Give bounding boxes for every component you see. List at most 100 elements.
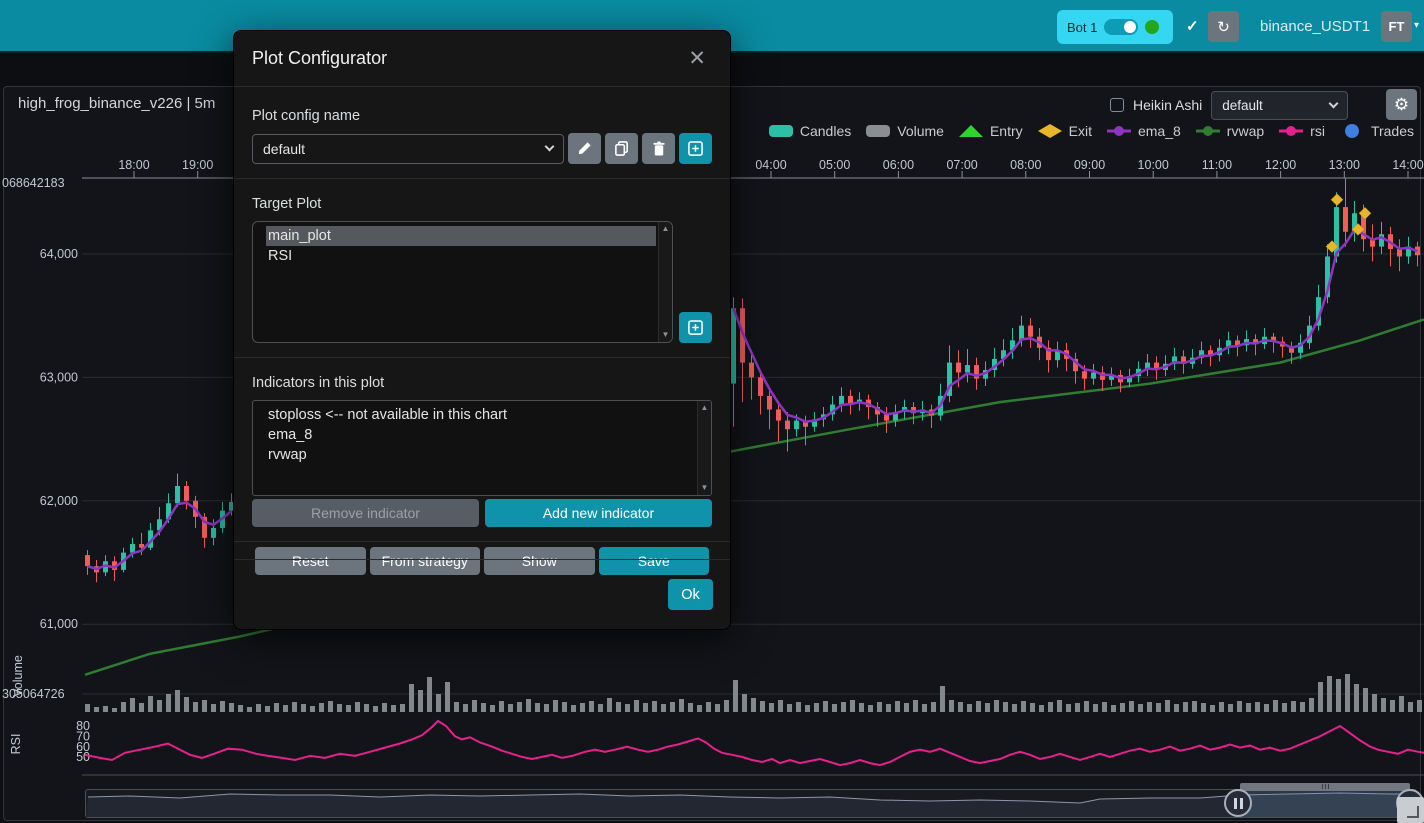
legend-label: Trades [1371, 123, 1414, 139]
volume-bar [571, 705, 576, 712]
volume-bar [1111, 705, 1116, 712]
datazoom-slider[interactable] [85, 789, 1417, 818]
volume-bar [391, 705, 396, 712]
candle-body [1091, 372, 1096, 378]
add-plot-button[interactable] [679, 312, 712, 343]
scroll-up-icon[interactable]: ▲ [662, 225, 670, 233]
volume-bar [202, 700, 207, 712]
volume-bar [148, 696, 153, 712]
refresh-button[interactable]: ↻ [1208, 11, 1239, 42]
legend-label: Exit [1069, 123, 1092, 139]
volume-bar [1201, 703, 1206, 712]
plus-square-icon [688, 141, 703, 156]
resize-corner-handle[interactable] [1397, 797, 1424, 823]
legend-item-rvwap[interactable]: rvwap [1195, 123, 1264, 139]
scroll-up-icon[interactable]: ▲ [701, 404, 709, 412]
indicator-option[interactable]: rvwap [266, 445, 695, 465]
indicator-option[interactable]: stoploss <-- not available in this chart [266, 405, 695, 425]
volume-bar [787, 704, 792, 712]
volume-bar [517, 702, 522, 712]
volume-bar [598, 704, 603, 712]
volume-bar [490, 705, 495, 712]
volume-bar [121, 702, 126, 712]
target-plot-scrollbar[interactable]: ▲▼ [658, 222, 672, 342]
close-button[interactable]: ✕ [682, 47, 712, 70]
legend-item-volume[interactable]: Volume [865, 123, 944, 139]
volume-bar [1417, 700, 1422, 712]
toggle-knob [1124, 21, 1136, 33]
volume-bar [112, 708, 117, 712]
volume-bar [499, 701, 504, 712]
rsi-marker-icon [1278, 124, 1304, 138]
scroll-down-icon[interactable]: ▼ [662, 331, 670, 339]
refresh-icon: ↻ [1217, 18, 1230, 36]
price-axis-label: 62,000 [40, 494, 78, 508]
add-config-button[interactable] [679, 133, 712, 164]
volume-bar [1075, 703, 1080, 712]
time-axis-label: 04:00 [755, 158, 786, 172]
legend-item-exit[interactable]: Exit [1037, 123, 1092, 139]
volume-bar [1336, 679, 1341, 712]
target-plot-option-rsi[interactable]: RSI [266, 246, 656, 266]
volume-bar [310, 706, 315, 712]
remove-indicator-button[interactable]: Remove indicator [252, 499, 479, 527]
volume-bar [661, 704, 666, 712]
candle-body [776, 409, 781, 420]
legend-item-candles[interactable]: Candles [768, 123, 851, 139]
volume-bar [400, 704, 405, 712]
ok-button[interactable]: Ok [668, 579, 713, 610]
ft-menu-button[interactable]: FT [1381, 11, 1412, 42]
datazoom-window-bar[interactable] [1240, 783, 1410, 791]
volume-bar [1282, 703, 1287, 712]
legend-item-ema_8[interactable]: ema_8 [1106, 123, 1181, 139]
duplicate-config-button[interactable] [605, 133, 638, 164]
volume-bar [1399, 696, 1404, 712]
volume-bar [301, 704, 306, 712]
legend-item-entry[interactable]: Entry [958, 123, 1023, 139]
caret-down-icon[interactable]: ▾ [1414, 20, 1419, 31]
volume-bar [1102, 702, 1107, 712]
scroll-down-icon[interactable]: ▼ [701, 484, 709, 492]
target-plot-listbox[interactable]: main_plotRSI ▲▼ [252, 221, 673, 343]
delete-config-button[interactable] [642, 133, 675, 164]
config-name-select[interactable]: default [252, 134, 564, 164]
heikin-ashi-label: Heikin Ashi [1133, 97, 1202, 113]
volume-bar [913, 700, 918, 712]
volume-bar [1354, 684, 1359, 712]
target-plot-option-main_plot[interactable]: main_plot [266, 226, 656, 246]
rename-config-button[interactable] [568, 133, 601, 164]
indicators-listbox[interactable]: stoploss <-- not available in this chart… [252, 400, 712, 496]
legend-item-rsi[interactable]: rsi [1278, 123, 1325, 139]
chart-title: high_frog_binance_v226 | 5m [18, 95, 215, 112]
volume-bar [724, 700, 729, 712]
indicator-items: stoploss <-- not available in this chart… [253, 401, 711, 465]
volume-bar [247, 707, 252, 712]
add-new-indicator-button[interactable]: Add new indicator [485, 499, 712, 527]
bot-selector[interactable]: Bot 1 [1057, 10, 1173, 44]
legend-item-trades[interactable]: Trades [1339, 123, 1414, 139]
volume-bar [409, 684, 414, 712]
volume-bar [877, 702, 882, 712]
bot-online-toggle[interactable] [1104, 19, 1138, 35]
volume-marker-icon [865, 124, 891, 138]
volume-bar [526, 699, 531, 712]
volume-bar [283, 705, 288, 712]
volume-bar [1129, 701, 1134, 712]
candle-body [839, 396, 844, 405]
plot-settings-gear-button[interactable]: ⚙ [1386, 89, 1417, 120]
time-axis-label: 18:00 [118, 158, 149, 172]
volume-bar [211, 704, 216, 712]
heikin-ashi-checkbox[interactable] [1110, 98, 1124, 112]
price-axis-label: 64,000 [40, 247, 78, 261]
volume-bar [1291, 701, 1296, 712]
volume-bar [958, 702, 963, 712]
volume-bar [175, 690, 180, 712]
volume-bar [544, 704, 549, 712]
indicators-scrollbar[interactable]: ▲▼ [697, 401, 711, 495]
datazoom-left-handle[interactable] [1224, 789, 1252, 817]
datazoom-selected-range[interactable] [1238, 790, 1416, 817]
volume-bar [625, 704, 630, 712]
plot-config-select[interactable]: default [1211, 91, 1348, 120]
indicator-option[interactable]: ema_8 [266, 425, 695, 445]
volume-bar [1039, 705, 1044, 712]
